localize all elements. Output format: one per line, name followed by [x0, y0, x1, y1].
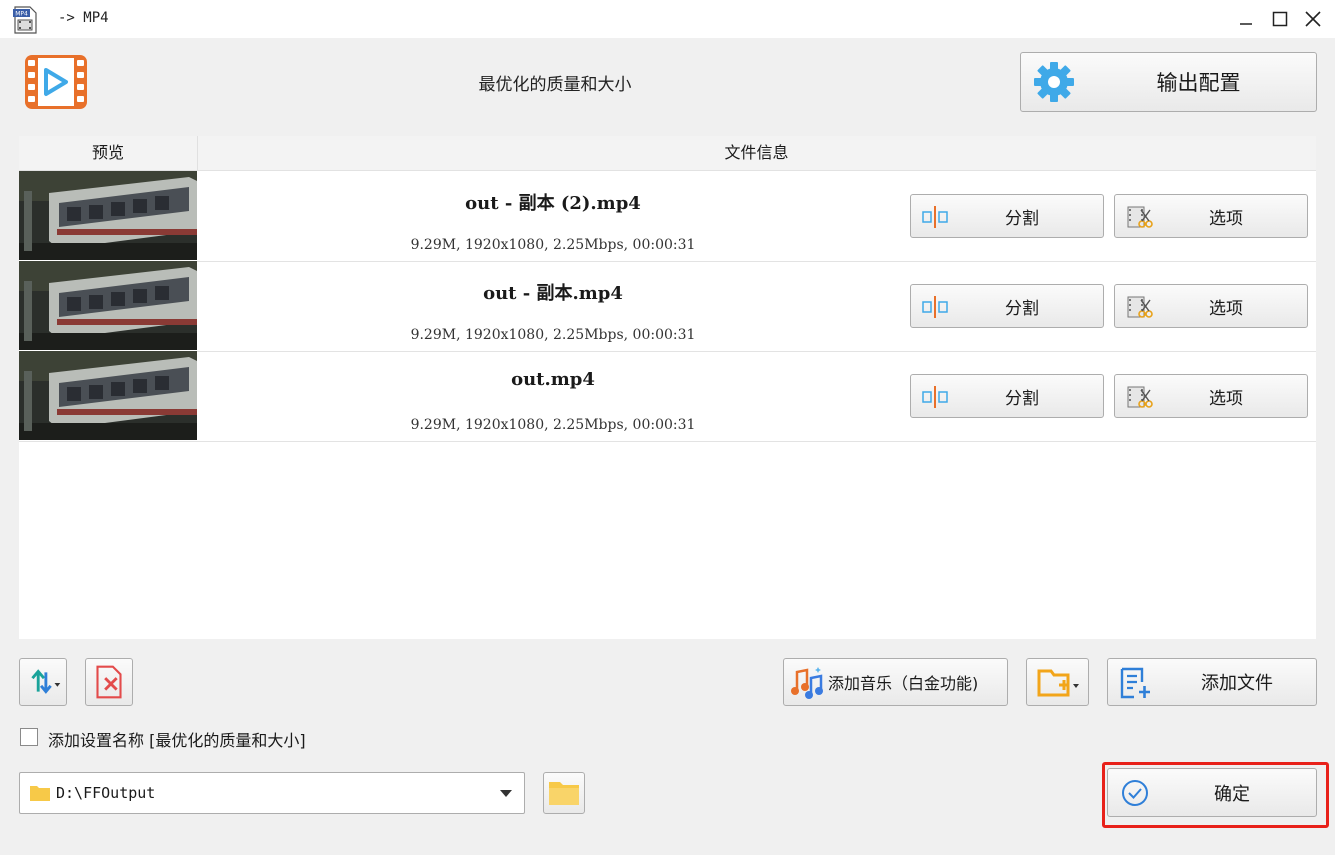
sort-button[interactable] [19, 658, 67, 706]
add-music-label: 添加音乐（白金功能) [828, 674, 979, 693]
file-meta: 9.29M, 1920x1080, 2.25Mbps, 00:00:31 [410, 237, 696, 253]
video-film-logo-icon [24, 54, 88, 110]
minimize-button[interactable] [1232, 6, 1260, 32]
split-label: 分割 [1005, 208, 1039, 229]
table-row[interactable]: out - 副本.mp4 9.29M, 1920x1080, 2.25Mbps,… [19, 261, 1316, 352]
file-name: out - 副本.mp4 [483, 283, 623, 304]
folder-icon [30, 786, 50, 801]
add-file-icon [1120, 667, 1150, 699]
file-table: 预览 文件信息 out - 副本 (2).mp4 9.29M, 1920x108… [19, 136, 1316, 639]
options-label: 选项 [1209, 388, 1243, 409]
options-label: 选项 [1209, 298, 1243, 319]
column-header-file-info: 文件信息 [724, 143, 789, 162]
preset-title: 最优化的质量和大小 [478, 75, 632, 95]
window-title: -> MP4 [58, 10, 109, 26]
delete-file-icon [96, 665, 122, 699]
maximize-button[interactable] [1266, 6, 1294, 32]
file-name: out.mp4 [511, 369, 595, 390]
video-thumbnail [19, 261, 197, 350]
video-thumbnail [19, 171, 197, 260]
table-row[interactable]: out.mp4 9.29M, 1920x1080, 2.25Mbps, 00:0… [19, 351, 1316, 442]
options-label: 选项 [1209, 208, 1243, 229]
video-thumbnail [19, 351, 197, 440]
close-button[interactable] [1299, 6, 1327, 32]
output-config-label: 输出配置 [1156, 71, 1241, 95]
music-notes-icon [791, 667, 823, 699]
browse-folder-button[interactable] [543, 772, 585, 814]
options-button[interactable]: 选项 [1114, 284, 1308, 328]
table-header: 预览 文件信息 [19, 136, 1316, 171]
file-meta: 9.29M, 1920x1080, 2.25Mbps, 00:00:31 [410, 327, 696, 343]
split-button[interactable]: 分割 [910, 194, 1104, 238]
close-icon [1305, 11, 1321, 27]
output-path-select[interactable]: D:\FFOutput [19, 772, 525, 814]
folder-icon [549, 782, 579, 805]
check-circle-icon [1122, 780, 1148, 806]
app-file-icon: MP4 [12, 6, 38, 34]
table-row[interactable]: out - 副本 (2).mp4 9.29M, 1920x1080, 2.25M… [19, 171, 1316, 262]
maximize-icon [1272, 11, 1288, 27]
add-folder-icon [1037, 669, 1079, 697]
clear-list-button[interactable] [85, 658, 133, 706]
title-bar: MP4 -> MP4 [0, 0, 1335, 38]
split-label: 分割 [1005, 298, 1039, 319]
add-file-button[interactable]: 添加文件 [1107, 658, 1317, 706]
sort-arrows-icon [31, 669, 61, 694]
ok-label: 确定 [1214, 783, 1250, 805]
chevron-down-icon [500, 790, 512, 797]
split-button[interactable]: 分割 [910, 374, 1104, 418]
column-header-preview: 预览 [19, 136, 198, 170]
output-config-button[interactable]: 输出配置 [1020, 52, 1317, 112]
svg-text:MP4: MP4 [15, 11, 28, 18]
file-name: out - 副本 (2).mp4 [465, 193, 641, 214]
options-button[interactable]: 选项 [1114, 374, 1308, 418]
add-preset-name-label: 添加设置名称 [最优化的质量和大小] [48, 731, 306, 750]
file-meta: 9.29M, 1920x1080, 2.25Mbps, 00:00:31 [410, 417, 696, 433]
add-folder-button[interactable] [1026, 658, 1089, 706]
output-path-value: D:\FFOutput [56, 784, 156, 802]
add-preset-name-checkbox[interactable] [20, 728, 38, 746]
options-button[interactable]: 选项 [1114, 194, 1308, 238]
minimize-icon [1240, 23, 1252, 25]
add-music-button[interactable]: 添加音乐（白金功能) [783, 658, 1008, 706]
split-button[interactable]: 分割 [910, 284, 1104, 328]
ok-button[interactable]: 确定 [1107, 768, 1317, 817]
add-file-label: 添加文件 [1201, 673, 1273, 694]
split-label: 分割 [1005, 388, 1039, 409]
